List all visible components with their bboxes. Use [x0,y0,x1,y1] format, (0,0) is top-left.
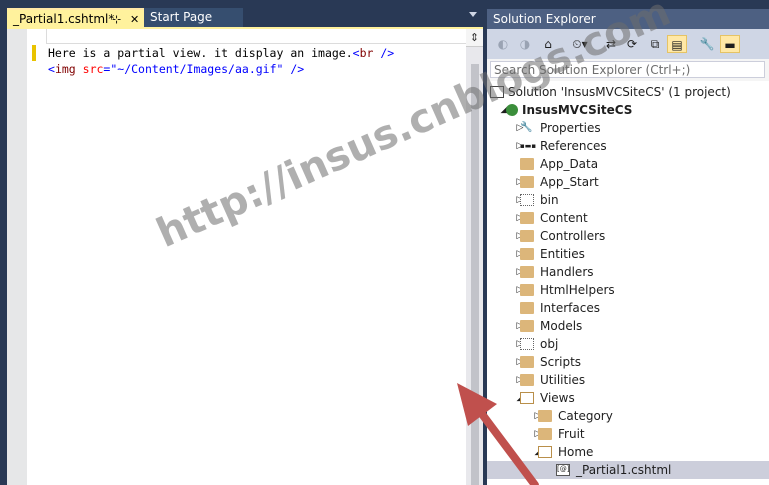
annotation-arrow [457,383,539,485]
